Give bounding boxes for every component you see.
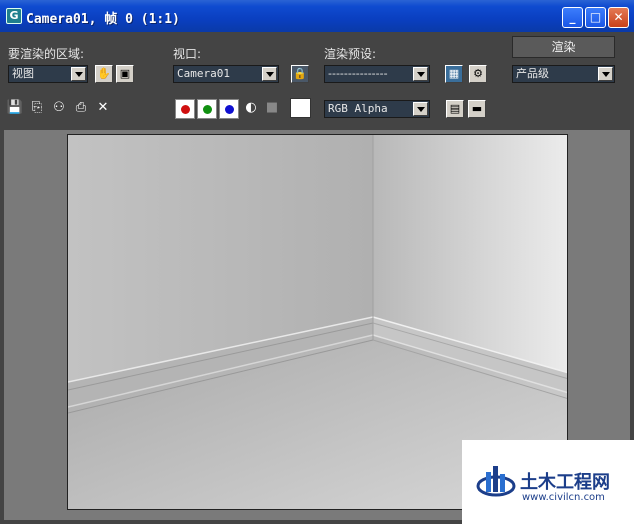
chevron-down-icon [413, 102, 428, 116]
civilcn-logo-icon [476, 466, 516, 497]
lock-viewport-icon[interactable]: 🔒 [291, 65, 309, 83]
area-dropdown[interactable]: 视图 [8, 65, 88, 83]
maximize-button[interactable]: □ [585, 7, 606, 28]
save-icon[interactable]: 💾 [6, 99, 24, 117]
display-black-icon[interactable]: ▬ [468, 100, 486, 118]
minimize-button[interactable]: _ [562, 7, 583, 28]
preset-label: 渲染预设: [324, 47, 377, 61]
clone-icon[interactable]: ⚇ [50, 99, 68, 117]
display-toggle-icon[interactable]: ▤ [446, 100, 464, 118]
copy-icon[interactable]: ⎘ [28, 99, 46, 117]
chevron-down-icon [71, 67, 86, 81]
swatch-icon[interactable]: ■ [263, 99, 281, 117]
chevron-down-icon [598, 67, 613, 81]
red-channel-button[interactable] [175, 99, 195, 119]
title-bar: G Camera01, 帧 0 (1:1) _ □ ✕ [0, 0, 634, 32]
blue-channel-button[interactable] [219, 99, 239, 119]
watermark-logo: 土木工程网 www.civilcn.com [462, 440, 634, 524]
pan-hand-icon[interactable]: ✋ [95, 65, 113, 83]
green-channel-icon [203, 105, 212, 114]
render-toolbar: 渲染 要渲染的区域: 视图 ✋ ▣ 视口: Camera01 🔒 渲染预设: -… [0, 32, 634, 130]
red-channel-icon [181, 105, 190, 114]
area-label: 要渲染的区域: [8, 47, 85, 61]
preset-dropdown[interactable]: --------------- [324, 65, 430, 83]
print-icon[interactable]: ⎙ [72, 99, 90, 117]
clear-icon[interactable]: ✕ [94, 99, 112, 117]
area-value: 视图 [12, 67, 34, 80]
channel-dropdown[interactable]: RGB Alpha [324, 100, 430, 118]
render-button[interactable]: 渲染 [512, 36, 615, 58]
quality-dropdown[interactable]: 产品级 [512, 65, 615, 83]
region-icon[interactable]: ▣ [116, 65, 134, 83]
color-swatch[interactable] [290, 98, 311, 118]
render-frame-window: G Camera01, 帧 0 (1:1) _ □ ✕ 渲染 要渲染的区域: 视… [0, 0, 634, 524]
watermark-title: 土木工程网 [520, 472, 610, 493]
preset-value: --------------- [328, 67, 388, 80]
blue-channel-icon [225, 105, 234, 114]
render-setup-icon[interactable]: ▦ [445, 65, 463, 83]
chevron-down-icon [413, 67, 428, 81]
viewport-value: Camera01 [177, 67, 230, 80]
mono-icon[interactable]: ◐ [242, 99, 260, 117]
viewport-label: 视口: [173, 47, 202, 61]
chevron-down-icon [262, 67, 277, 81]
app-icon: G [6, 8, 22, 24]
environment-icon[interactable]: ⚙ [469, 65, 487, 83]
watermark-url: www.civilcn.com [522, 492, 605, 503]
channel-value: RGB Alpha [328, 102, 388, 115]
viewport-dropdown[interactable]: Camera01 [173, 65, 279, 83]
close-button[interactable]: ✕ [608, 7, 629, 28]
green-channel-button[interactable] [197, 99, 217, 119]
quality-value: 产品级 [516, 67, 549, 80]
window-title: Camera01, 帧 0 (1:1) [26, 12, 180, 27]
